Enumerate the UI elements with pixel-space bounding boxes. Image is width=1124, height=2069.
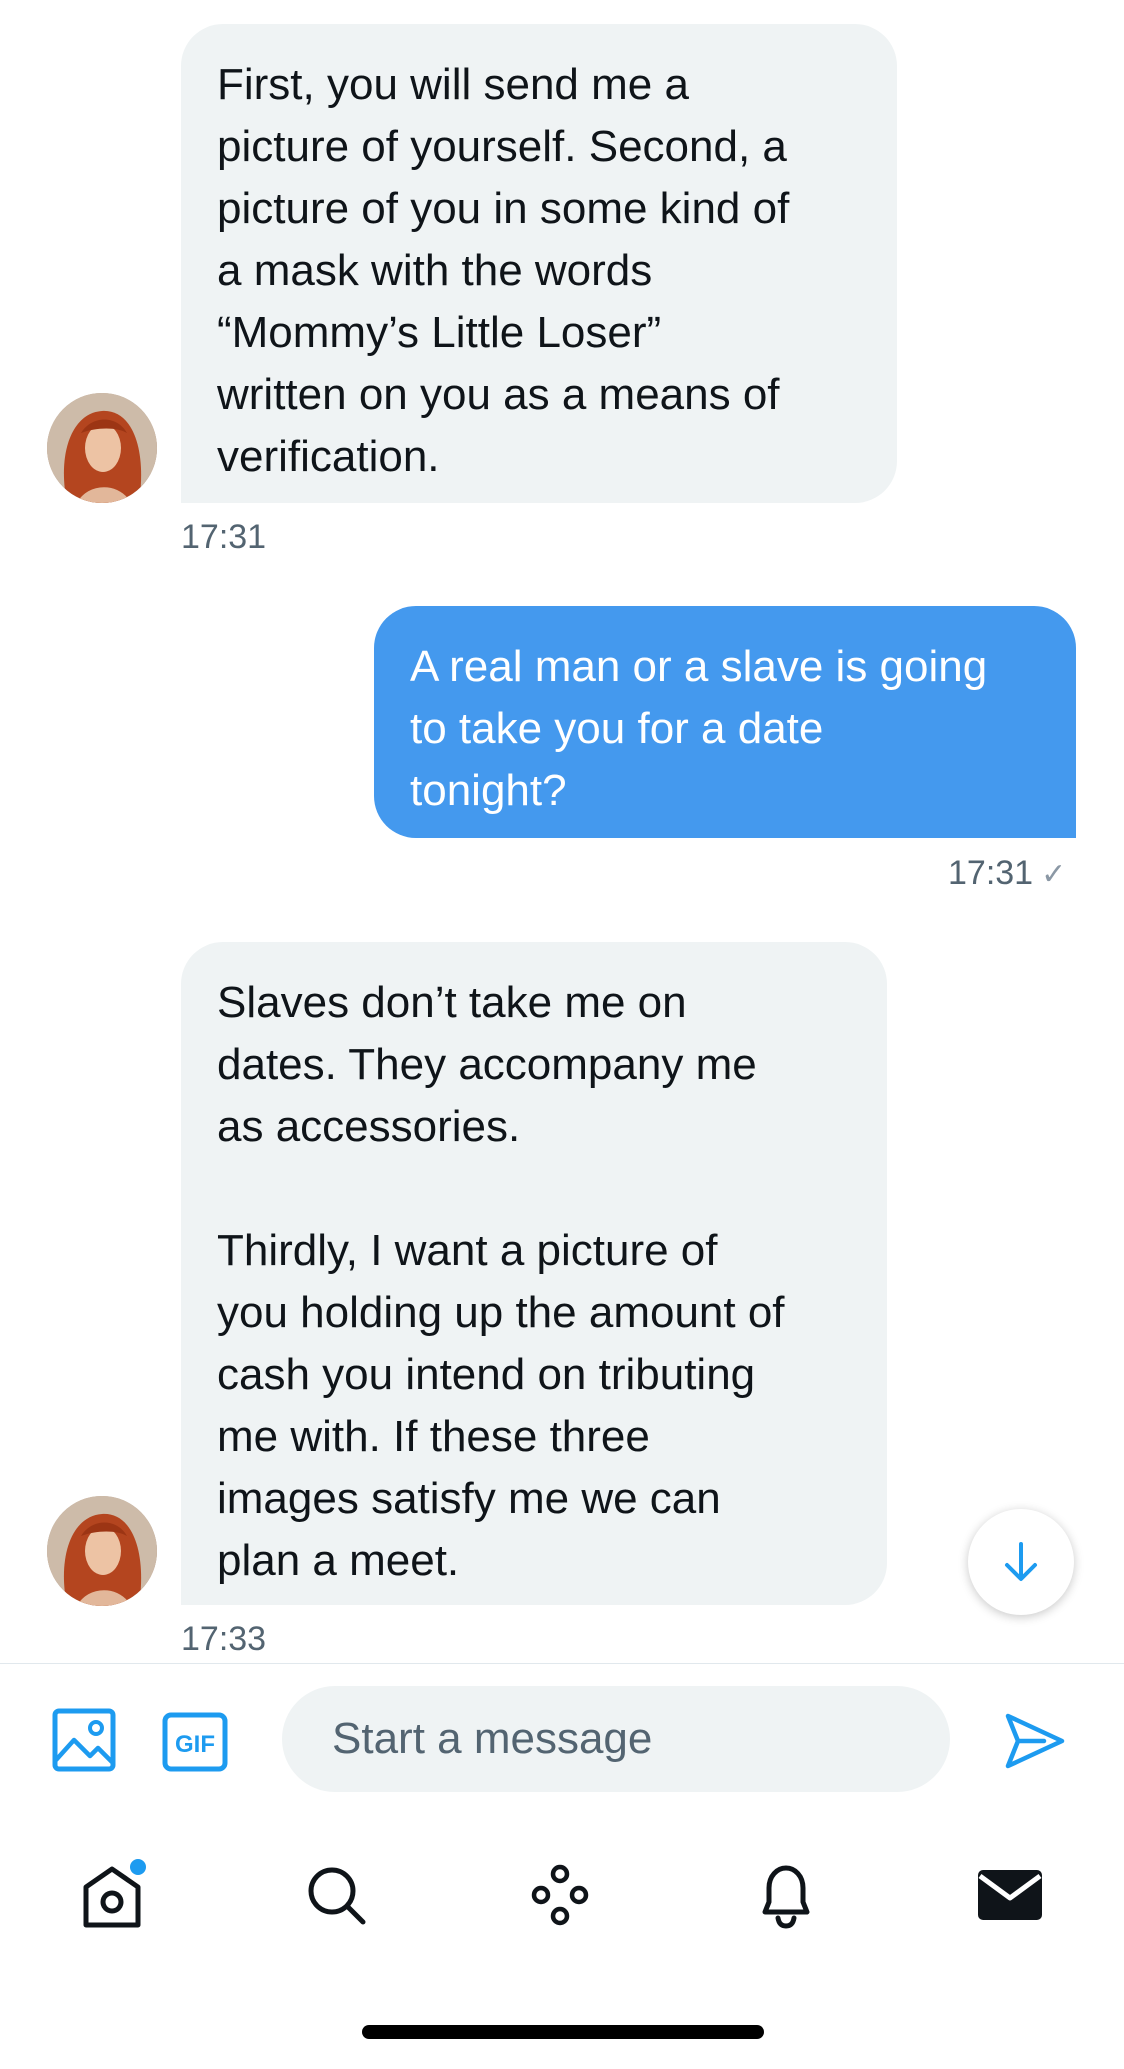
gif-icon: GIF: [162, 1712, 228, 1772]
message-timestamp-row: 17:31 ✓: [948, 854, 1066, 893]
search-icon: [308, 1867, 366, 1925]
bottom-tab-bar: [0, 1840, 1124, 1950]
avatar-image: [47, 1496, 157, 1606]
scroll-to-bottom-button[interactable]: [968, 1509, 1074, 1615]
arrow-down-icon: [1005, 1542, 1037, 1581]
tab-messages[interactable]: [950, 1840, 1070, 1950]
sender-avatar[interactable]: [47, 393, 157, 503]
image-icon: [52, 1708, 116, 1772]
sender-avatar[interactable]: [47, 1496, 157, 1606]
message-timestamp: 17:31: [948, 854, 1034, 892]
message-input[interactable]: [282, 1686, 950, 1792]
tab-search[interactable]: [276, 1840, 396, 1950]
incoming-message-bubble[interactable]: First, you will send me a picture of you…: [181, 24, 897, 503]
send-icon: [1005, 1713, 1065, 1769]
gif-label: GIF: [175, 1731, 215, 1758]
notification-dot: [130, 1859, 146, 1875]
tab-spaces[interactable]: [500, 1840, 620, 1950]
message-timestamp: 17:33: [181, 1620, 267, 1658]
message-timestamp: 17:31: [181, 518, 267, 556]
outgoing-message-bubble[interactable]: A real man or a slave is going to take y…: [374, 606, 1076, 838]
avatar-image: [47, 393, 157, 503]
message-composer: GIF: [0, 1663, 1124, 1813]
incoming-message-bubble[interactable]: Slaves don’t take me on dates. They acco…: [181, 942, 887, 1605]
spaces-icon: [531, 1864, 589, 1926]
tab-home[interactable]: [52, 1840, 172, 1950]
gif-button[interactable]: GIF: [162, 1712, 228, 1777]
bell-icon: [762, 1865, 810, 1929]
message-thread[interactable]: First, you will send me a picture of you…: [0, 0, 1124, 1663]
home-indicator: [362, 2025, 764, 2039]
home-icon: [83, 1859, 146, 1928]
mail-icon: [978, 1870, 1042, 1920]
image-button[interactable]: [52, 1708, 116, 1777]
sent-check-icon: ✓: [1041, 858, 1067, 891]
send-button[interactable]: [1004, 1710, 1066, 1777]
tab-notifications[interactable]: [726, 1840, 846, 1950]
